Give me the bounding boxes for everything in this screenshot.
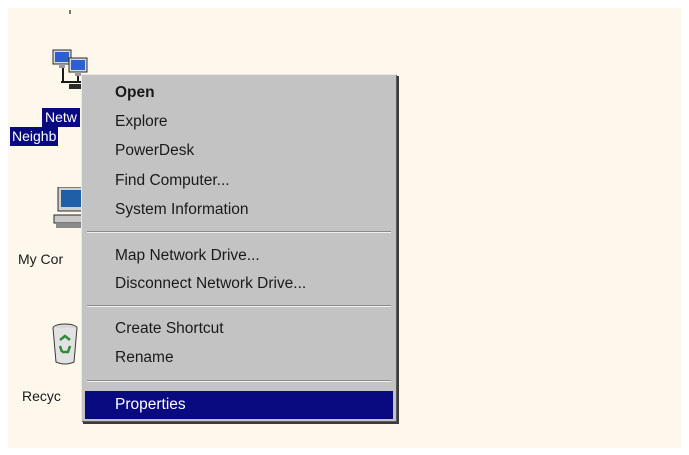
- recycle-bin-icon: [52, 323, 78, 365]
- menu-separator: [87, 305, 391, 307]
- desktop-icon-recycle-bin[interactable]: Recyc: [8, 318, 88, 408]
- menu-separator: [87, 380, 391, 382]
- menu-item-powerdesk[interactable]: PowerDesk: [85, 138, 393, 163]
- menu-item-rename[interactable]: Rename: [85, 345, 393, 370]
- menu-separator: [87, 231, 391, 233]
- menu-item-explore[interactable]: Explore: [85, 109, 393, 134]
- icon-label-line2: Neighb: [10, 127, 59, 146]
- menu-item-disconnect-network-drive[interactable]: Disconnect Network Drive...: [85, 271, 393, 296]
- desktop-icon-my-computer[interactable]: My Cor: [8, 183, 88, 273]
- menu-item-properties[interactable]: Properties: [85, 391, 393, 419]
- menu-item-find-computer[interactable]: Find Computer...: [85, 168, 393, 193]
- icon-label: My Cor: [18, 251, 64, 267]
- menu-item-create-shortcut[interactable]: Create Shortcut: [85, 316, 393, 341]
- icon-label-line1: Netw: [42, 108, 80, 127]
- menu-item-system-information[interactable]: System Information: [85, 197, 393, 222]
- menu-item-map-network-drive[interactable]: Map Network Drive...: [85, 243, 393, 268]
- desktop-mark: [69, 10, 71, 14]
- context-menu: Open Explore PowerDesk Find Computer... …: [81, 74, 397, 422]
- desktop-icon-network-neighborhood[interactable]: Netw Neighb: [8, 48, 89, 158]
- menu-item-open[interactable]: Open: [85, 80, 393, 105]
- icon-label: Recyc: [22, 388, 61, 404]
